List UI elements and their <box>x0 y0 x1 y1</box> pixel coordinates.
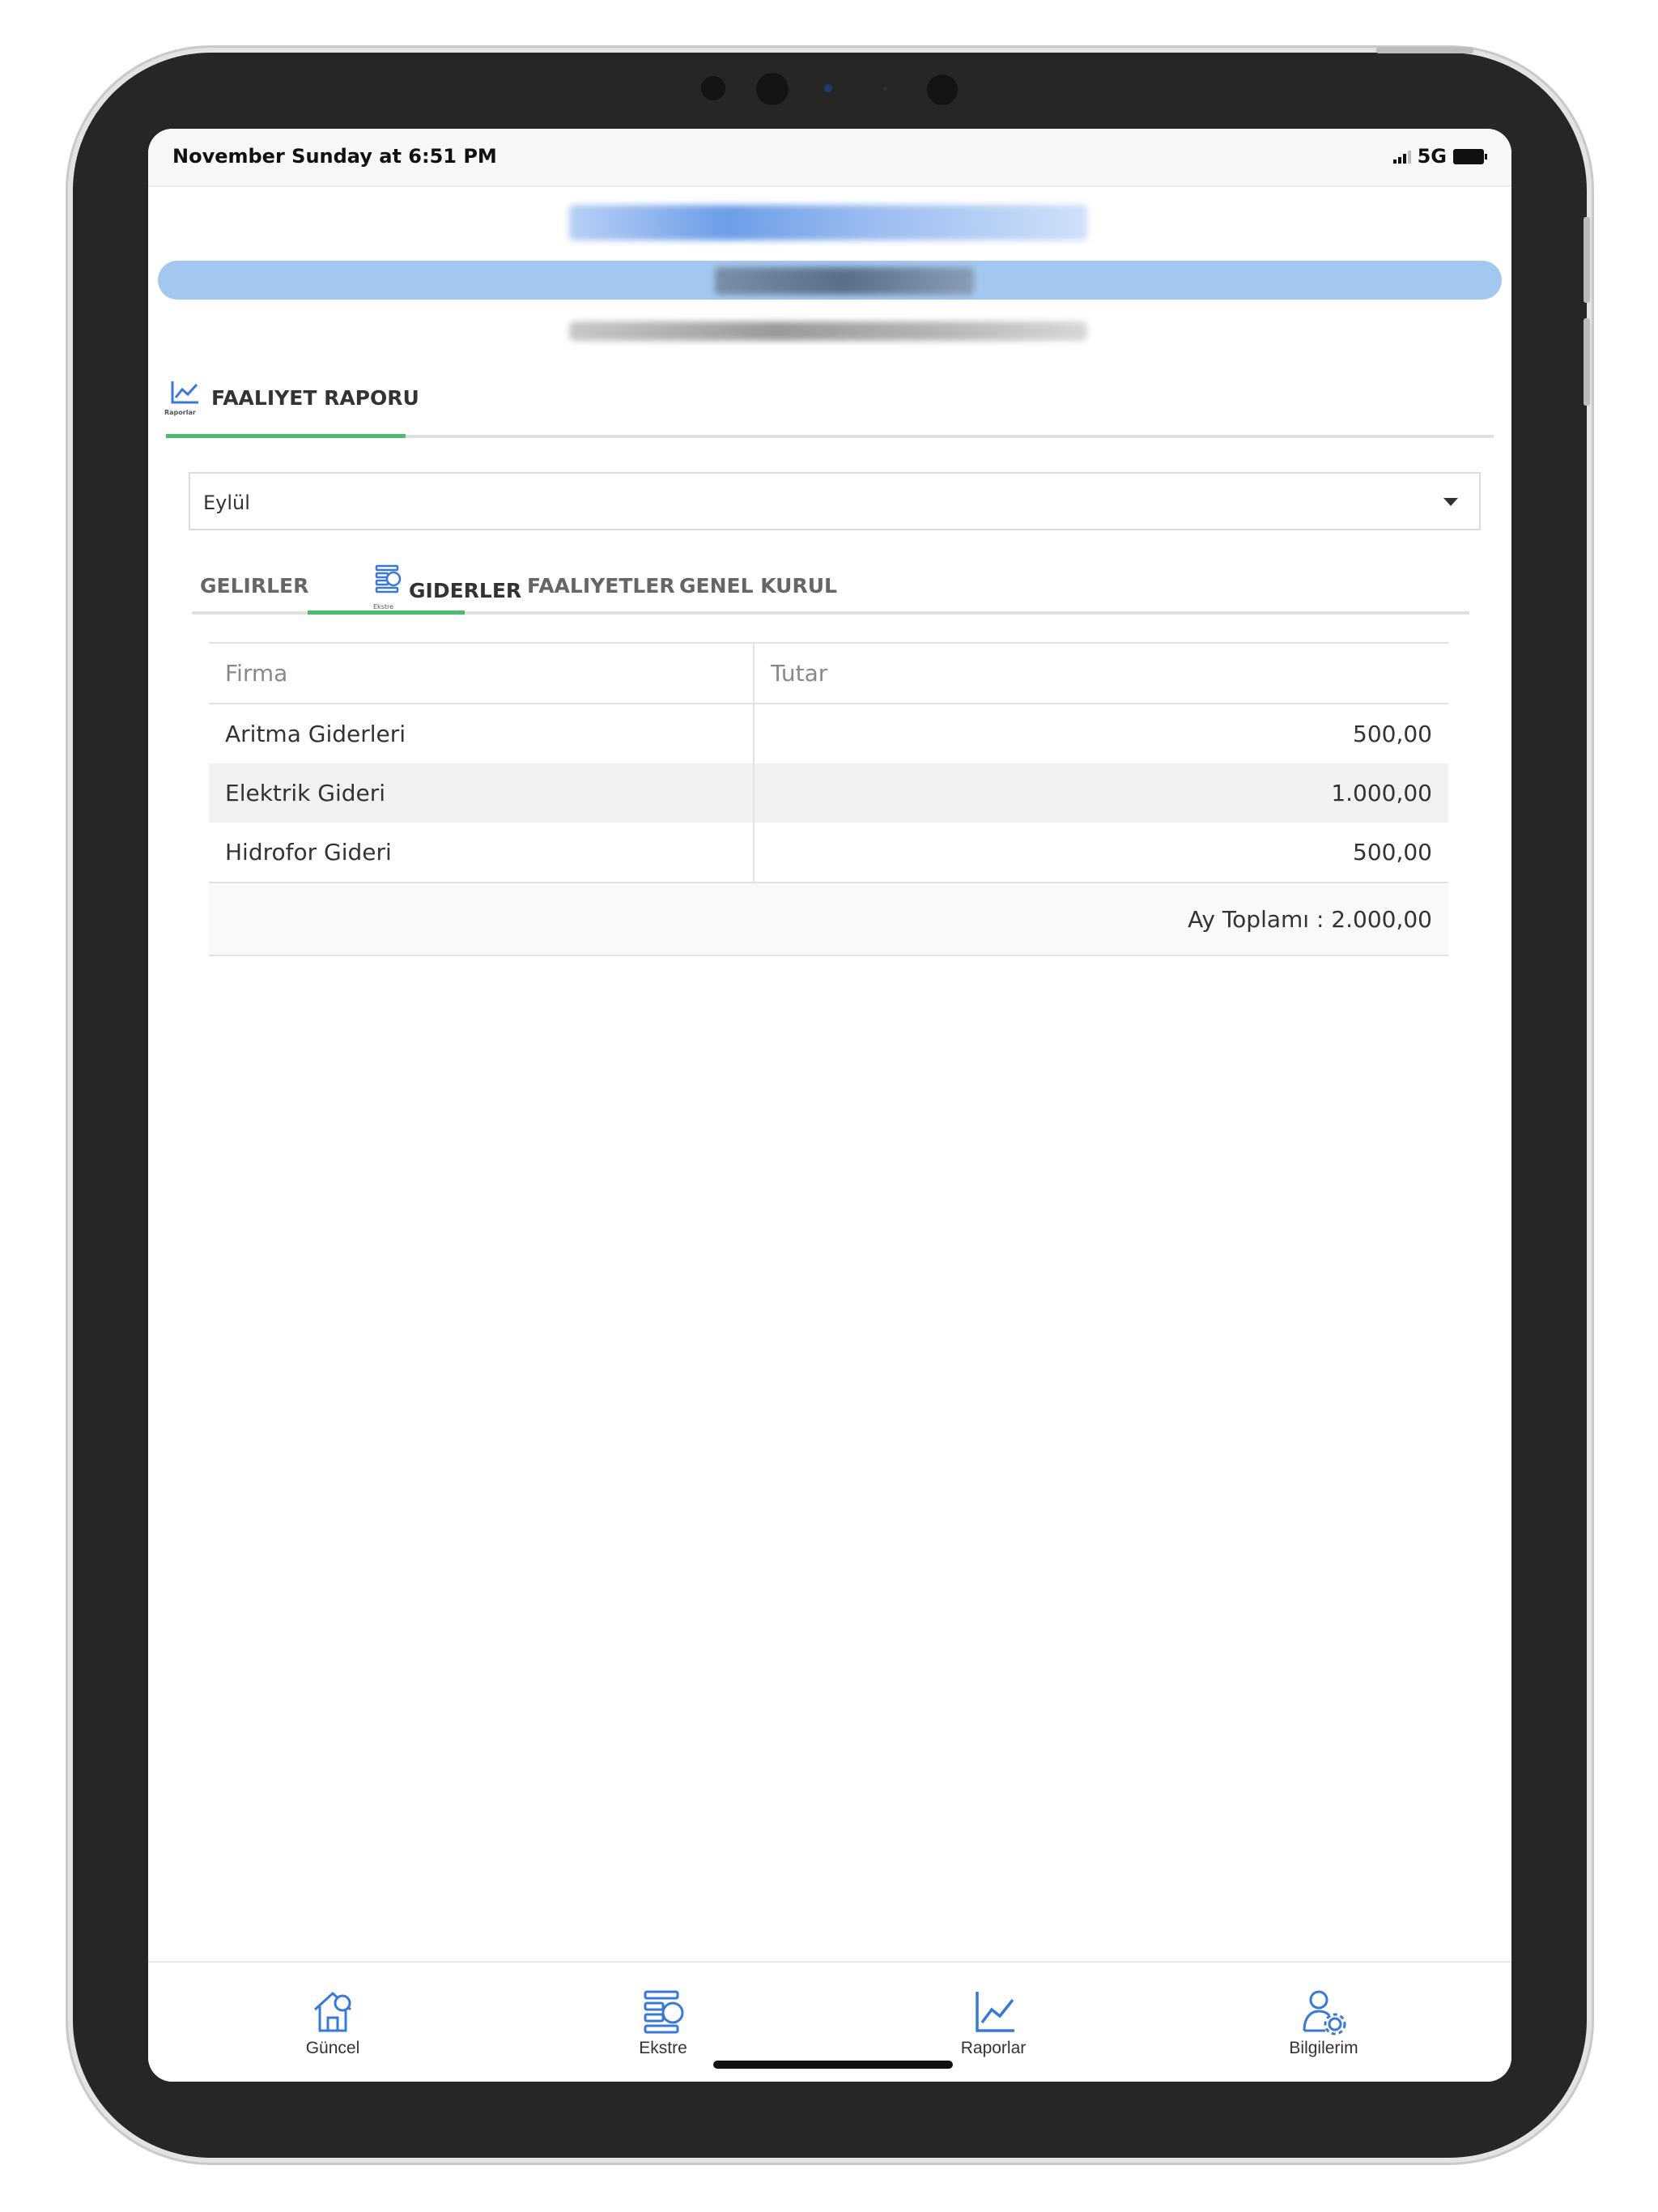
table-total-row: Ay Toplamı : 2.000,00 <box>209 883 1448 956</box>
tab-faaliyet-raporu-label: FAALIYET RAPORU <box>211 385 419 410</box>
subtab-active-indicator <box>308 610 465 615</box>
chart-icon <box>976 1992 1014 2032</box>
tab-faaliyetler[interactable]: FAALIYETLER <box>527 574 675 598</box>
table-header-row: Firma Tutar <box>209 642 1448 704</box>
month-select[interactable]: Eylül <box>189 472 1481 530</box>
cell-firma: Hidrofor Gideri <box>209 823 755 882</box>
table-row: Elektrik Gideri 1.000,00 <box>209 764 1448 823</box>
home-money-icon <box>313 1991 352 2032</box>
site-subtitle <box>569 321 1087 341</box>
tab-giderler[interactable]: GIDERLER <box>409 579 521 602</box>
front-sensor <box>701 76 725 100</box>
report-subtabs: GELIRLER Ekstre GIDERLER FAALIYETLER GEN… <box>200 558 1479 615</box>
cell-firma: Aritma Giderleri <box>209 704 755 764</box>
tab-faaliyet-raporu[interactable]: Raporlar FAALIYET RAPORU <box>164 378 419 417</box>
cell-firma: Elektrik Gideri <box>209 764 755 823</box>
signal-icon <box>1392 149 1411 164</box>
nav-guncel-label: Güncel <box>305 2039 360 2057</box>
chart-icon: Raporlar <box>164 378 205 417</box>
nav-raporlar[interactable]: Raporlar <box>912 1985 1074 2058</box>
nav-bilgilerim[interactable]: Bilgilerim <box>1243 1985 1405 2058</box>
camera-led <box>824 84 832 92</box>
ambient-sensor <box>883 87 887 91</box>
home-indicator[interactable] <box>713 2061 953 2069</box>
user-name <box>715 267 974 295</box>
month-select-value: Eylül <box>203 491 250 514</box>
status-indicators: 5G <box>1392 145 1487 168</box>
battery-icon <box>1453 148 1487 164</box>
expenses-table: Firma Tutar Aritma Giderleri 500,00 Elek… <box>209 642 1448 956</box>
statement-icon-label: Ekstre <box>373 603 394 610</box>
nav-bilgilerim-label: Bilgilerim <box>1289 2039 1358 2057</box>
nav-ekstre-label: Ekstre <box>639 2039 687 2057</box>
chart-icon-label: Raporlar <box>164 409 196 416</box>
site-title <box>569 205 1087 240</box>
tab-genel-kurul[interactable]: GENEL KURUL <box>679 574 837 598</box>
tab-gelirler[interactable]: GELIRLER <box>200 574 308 598</box>
device-volume-up-button <box>1584 217 1590 303</box>
user-settings-icon <box>1303 1990 1346 2035</box>
column-header-tutar: Tutar <box>771 660 828 687</box>
status-bar: November Sunday at 6:51 PM 5G <box>148 129 1511 187</box>
table-row: Aritma Giderleri 500,00 <box>209 704 1448 764</box>
cell-tutar: 500,00 <box>1353 721 1432 747</box>
month-total: Ay Toplamı : 2.000,00 <box>1188 905 1432 933</box>
statement-icon <box>644 1990 684 2034</box>
cell-tutar: 1.000,00 <box>1331 780 1432 806</box>
status-time: November Sunday at 6:51 PM <box>172 145 497 168</box>
face-id-sensor <box>927 74 958 105</box>
nav-guncel[interactable]: Güncel <box>252 1985 414 2058</box>
front-camera <box>756 73 789 105</box>
network-label: 5G <box>1417 145 1447 168</box>
table-row: Hidrofor Gideri 500,00 <box>209 823 1448 883</box>
nav-ekstre[interactable]: Ekstre <box>582 1985 744 2058</box>
device-top-button <box>1376 47 1473 53</box>
section-tab-active-indicator <box>166 434 406 438</box>
statement-icon <box>372 563 404 605</box>
device-volume-down-button <box>1584 318 1590 406</box>
column-header-firma: Firma <box>209 644 755 703</box>
cell-tutar: 500,00 <box>1353 839 1432 866</box>
caret-down-icon <box>1443 498 1458 506</box>
nav-raporlar-label: Raporlar <box>960 2039 1027 2057</box>
app-screen: November Sunday at 6:51 PM 5G Raporlar F… <box>148 129 1511 2082</box>
